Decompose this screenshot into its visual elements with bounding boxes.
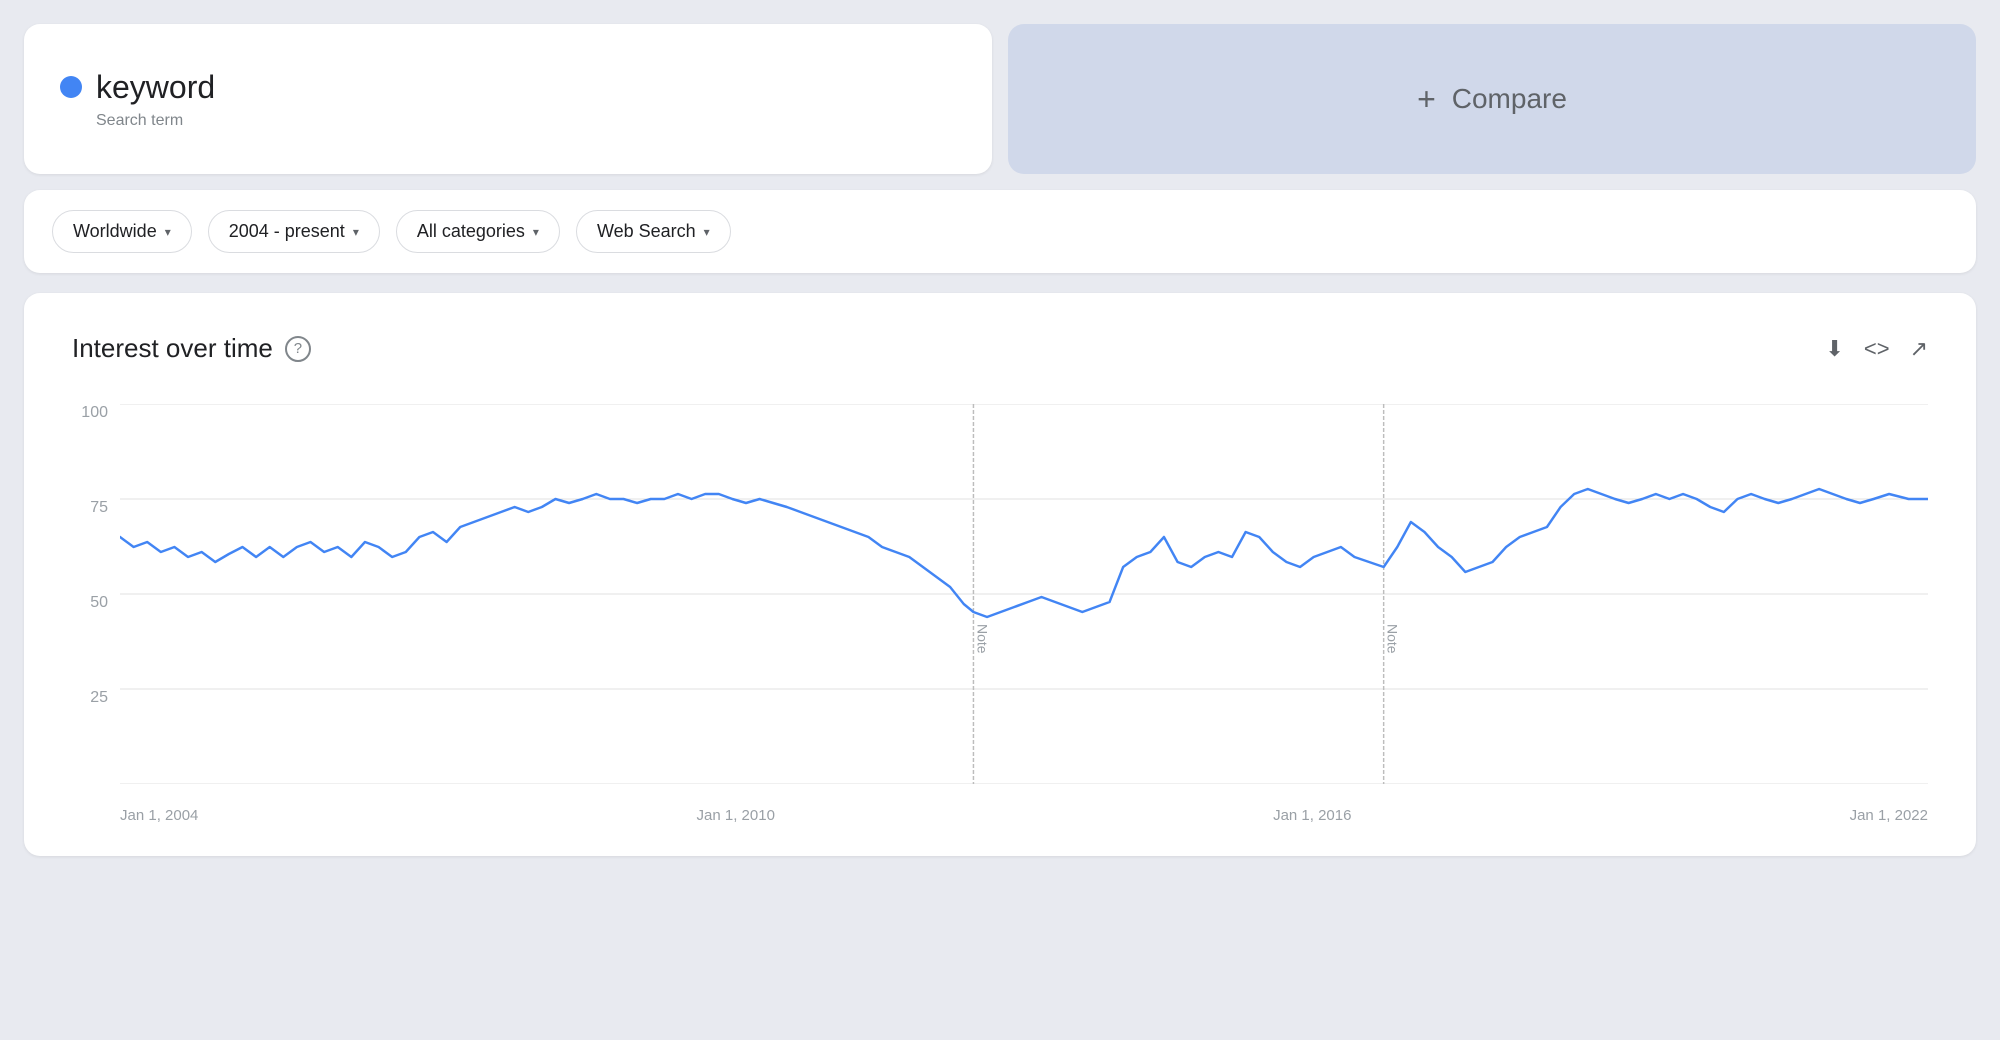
category-filter[interactable]: All categories ▾ — [396, 210, 560, 253]
x-axis-labels: Jan 1, 2004 Jan 1, 2010 Jan 1, 2016 Jan … — [120, 807, 1928, 824]
y-label-75: 75 — [90, 499, 108, 517]
category-chevron-icon: ▾ — [533, 225, 539, 239]
svg-text:Note: Note — [974, 624, 989, 654]
keyword-subtitle: Search term — [96, 112, 956, 130]
y-axis-labels: 100 75 50 25 — [72, 404, 120, 784]
compare-plus-icon: + — [1417, 83, 1436, 115]
chart-title: Interest over time — [72, 333, 273, 364]
location-chevron-icon: ▾ — [165, 225, 171, 239]
embed-code-icon[interactable]: <> — [1864, 336, 1890, 362]
x-label-2022: Jan 1, 2022 — [1850, 807, 1928, 824]
keyword-dot-icon — [60, 76, 82, 98]
keyword-header: keyword — [60, 69, 956, 106]
help-icon[interactable]: ? — [285, 336, 311, 362]
filters-row: Worldwide ▾ 2004 - present ▾ All categor… — [24, 190, 1976, 273]
location-label: Worldwide — [73, 221, 157, 242]
share-icon[interactable]: ↗ — [1910, 336, 1928, 362]
search-type-label: Web Search — [597, 221, 696, 242]
download-icon[interactable]: ⬇ — [1825, 336, 1843, 362]
location-filter[interactable]: Worldwide ▾ — [52, 210, 192, 253]
compare-card[interactable]: + Compare — [1008, 24, 1976, 174]
search-type-chevron-icon: ▾ — [704, 225, 710, 239]
y-label-25: 25 — [90, 689, 108, 707]
x-label-2016: Jan 1, 2016 — [1273, 807, 1351, 824]
category-label: All categories — [417, 221, 525, 242]
svg-text:Note: Note — [1385, 624, 1400, 654]
x-label-2004: Jan 1, 2004 — [120, 807, 198, 824]
search-type-filter[interactable]: Web Search ▾ — [576, 210, 731, 253]
time-range-filter[interactable]: 2004 - present ▾ — [208, 210, 380, 253]
time-range-chevron-icon: ▾ — [353, 225, 359, 239]
y-label-100: 100 — [81, 404, 108, 422]
time-range-label: 2004 - present — [229, 221, 345, 242]
chart-card: Interest over time ? ⬇ <> ↗ 100 75 50 25 — [24, 293, 1976, 856]
x-label-2010: Jan 1, 2010 — [697, 807, 775, 824]
keyword-card: keyword Search term — [24, 24, 992, 174]
chart-inner: Note Note — [120, 404, 1928, 784]
y-label-50: 50 — [90, 594, 108, 612]
compare-label: Compare — [1452, 83, 1567, 115]
chart-area: 100 75 50 25 Note Note — [72, 404, 1928, 824]
chart-actions: ⬇ <> ↗ — [1825, 336, 1928, 362]
chart-svg: Note Note — [120, 404, 1928, 784]
chart-header: Interest over time ? ⬇ <> ↗ — [72, 333, 1928, 364]
chart-title-group: Interest over time ? — [72, 333, 311, 364]
keyword-title: keyword — [96, 69, 215, 106]
